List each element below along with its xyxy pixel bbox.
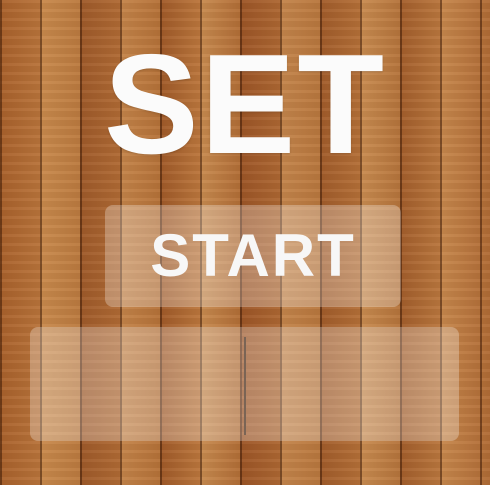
input-panel[interactable]	[30, 327, 459, 441]
game-title: SET	[103, 25, 387, 184]
start-button[interactable]: START	[105, 205, 401, 307]
text-cursor	[244, 337, 246, 435]
start-button-label: START	[150, 222, 356, 289]
